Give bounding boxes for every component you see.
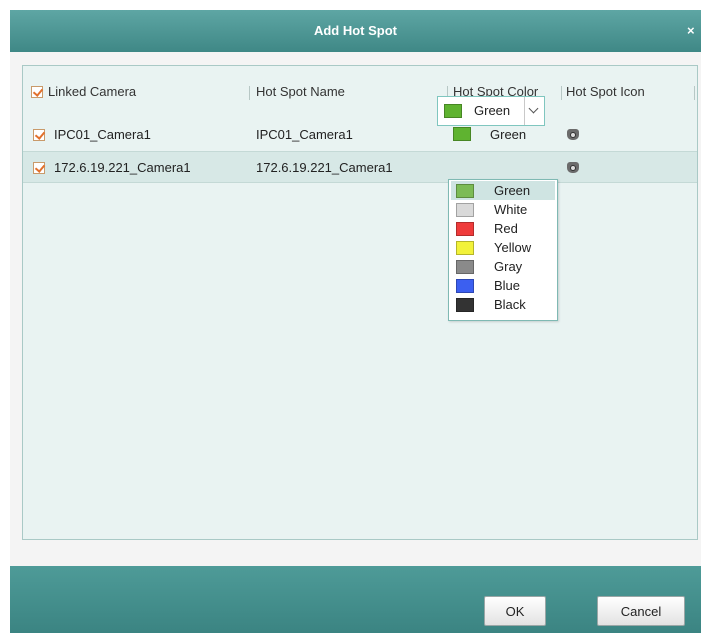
- white-swatch: [456, 203, 474, 217]
- camera-icon[interactable]: [565, 127, 581, 143]
- close-icon[interactable]: ×: [687, 10, 701, 52]
- chevron-down-icon: [528, 103, 539, 114]
- color-option-red[interactable]: Red: [451, 219, 555, 238]
- column-divider[interactable]: [694, 86, 695, 100]
- color-option-yellow[interactable]: Yellow: [451, 238, 555, 257]
- row-checkbox[interactable]: [33, 162, 45, 174]
- table-header: Linked Camera Hot Spot Name Hot Spot Col…: [23, 66, 697, 116]
- color-option-white[interactable]: White: [451, 200, 555, 219]
- color-option-label: Green: [494, 183, 531, 198]
- header-hot-spot-name: Hot Spot Name: [256, 84, 345, 99]
- color-option-green[interactable]: Green: [451, 181, 555, 200]
- linked-camera-cell: IPC01_Camera1: [54, 127, 151, 142]
- selected-color: Green: [474, 103, 511, 118]
- row-checkbox[interactable]: [33, 129, 45, 141]
- blue-swatch: [456, 279, 474, 293]
- hot-spot-table: Linked Camera Hot Spot Name Hot Spot Col…: [22, 65, 698, 540]
- hot-spot-color-select[interactable]: Green: [437, 96, 545, 126]
- green-swatch: [456, 184, 474, 198]
- dropdown-toggle[interactable]: [524, 97, 545, 125]
- color-option-label: Blue: [494, 278, 521, 293]
- add-hot-spot-dialog: Add Hot Spot × Linked Camera Hot Spot Na…: [10, 10, 701, 633]
- table-row[interactable]: IPC01_Camera1 IPC01_Camera1 Green: [23, 119, 697, 151]
- gray-swatch: [456, 260, 474, 274]
- table-row[interactable]: 172.6.19.221_Camera1 172.6.19.221_Camera…: [23, 151, 697, 183]
- camera-icon[interactable]: [565, 160, 581, 176]
- header-linked-camera: Linked Camera: [48, 84, 137, 99]
- color-option-blue[interactable]: Blue: [451, 276, 555, 295]
- color-dropdown-list: Green White Red Yellow Gray Blue Black: [448, 179, 558, 321]
- dialog-titlebar: Add Hot Spot ×: [10, 10, 701, 52]
- red-swatch: [456, 222, 474, 236]
- select-all-checkbox[interactable]: [31, 86, 43, 98]
- color-option-label: Yellow: [494, 240, 532, 255]
- dialog-footer: OK Cancel: [10, 566, 701, 633]
- cancel-button[interactable]: Cancel: [597, 596, 685, 626]
- color-option-gray[interactable]: Gray: [451, 257, 555, 276]
- ok-button[interactable]: OK: [484, 596, 546, 626]
- color-option-label: Red: [494, 221, 518, 236]
- color-option-label: White: [494, 202, 528, 217]
- header-hot-spot-icon: Hot Spot Icon: [566, 84, 645, 99]
- color-option-label: Black: [494, 297, 526, 312]
- dialog-title: Add Hot Spot: [313, 23, 398, 38]
- color-option-label: Gray: [494, 259, 523, 274]
- yellow-swatch: [456, 241, 474, 255]
- column-divider[interactable]: [249, 86, 250, 100]
- hot-spot-name-cell: 172.6.19.221_Camera1: [256, 160, 393, 175]
- color-option-black[interactable]: Black: [451, 295, 555, 314]
- green-swatch: [444, 104, 462, 118]
- green-swatch: [453, 127, 471, 141]
- hot-spot-name-cell: IPC01_Camera1: [256, 127, 353, 142]
- linked-camera-cell: 172.6.19.221_Camera1: [54, 160, 191, 175]
- black-swatch: [456, 298, 474, 312]
- column-divider[interactable]: [561, 86, 562, 100]
